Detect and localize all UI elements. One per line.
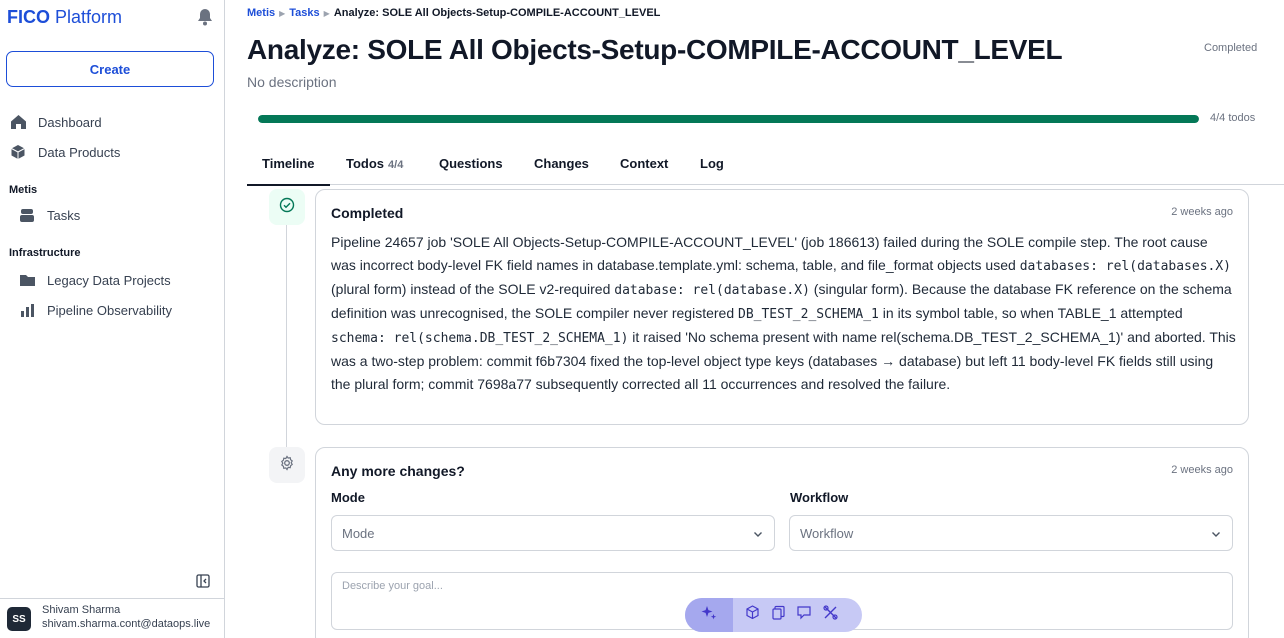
bell-icon[interactable]	[197, 8, 213, 26]
completed-summary: Pipeline 24657 job 'SOLE All Objects-Set…	[331, 231, 1236, 396]
sidebar-item-label: Legacy Data Projects	[47, 272, 171, 288]
tasks-icon	[18, 206, 36, 224]
timeline-completed-marker	[269, 189, 305, 225]
floating-toolbar	[685, 598, 862, 632]
breadcrumb-metis[interactable]: Metis	[247, 7, 275, 19]
copy-icon	[771, 605, 786, 625]
create-button[interactable]: Create	[6, 51, 214, 87]
home-icon	[9, 113, 27, 131]
user-profile[interactable]: SS Shivam Sharma shivam.sharma.cont@data…	[0, 598, 225, 638]
code-snippet: schema: rel(schema.DB_TEST_2_SCHEMA_1)	[331, 331, 629, 346]
user-name: Shivam Sharma	[42, 604, 121, 616]
breadcrumb-current: Analyze: SOLE All Objects-Setup-COMPILE-…	[333, 7, 661, 19]
sidebar-item-legacy-data-projects[interactable]: Legacy Data Projects	[18, 269, 171, 291]
mode-label: Mode	[331, 490, 365, 505]
card-timestamp: 2 weeks ago	[1171, 464, 1233, 476]
body-text: in its symbol table, so when TABLE_1 att…	[878, 305, 1183, 321]
page-description: No description	[247, 74, 337, 90]
tools-tool-button[interactable]	[817, 598, 843, 632]
collapse-sidebar-icon[interactable]	[196, 574, 210, 588]
sidebar-item-label: Tasks	[47, 207, 81, 223]
tab-questions[interactable]: Questions	[439, 156, 503, 171]
card-title: Any more changes?	[331, 463, 465, 479]
section-heading-metis: Metis	[9, 184, 38, 196]
sidebar-item-data-products[interactable]: Data Products	[9, 141, 120, 163]
breadcrumb-separator-icon: ▶	[279, 8, 286, 18]
tab-timeline[interactable]: Timeline	[247, 156, 329, 186]
mode-select[interactable]: Mode	[331, 515, 775, 551]
tab-log[interactable]: Log	[700, 156, 724, 171]
folder-icon	[18, 271, 36, 289]
cube-tool-button[interactable]	[739, 598, 765, 632]
progress-bar	[258, 115, 1199, 123]
body-text: (plural form) instead of the SOLE v2-req…	[331, 281, 615, 297]
breadcrumb: Metis ▶ Tasks ▶ Analyze: SOLE All Object…	[247, 7, 660, 19]
section-heading-infrastructure: Infrastructure	[9, 247, 81, 259]
tools-icon	[822, 605, 838, 625]
tab-bar: Timeline Todos 4/4 Questions Changes Cont…	[247, 143, 1284, 186]
gear-icon	[279, 454, 295, 476]
box-icon	[745, 605, 760, 625]
code-snippet: databases: rel(databases.X)	[1019, 259, 1232, 274]
tab-todos[interactable]: Todos 4/4	[346, 156, 403, 171]
card-timestamp: 2 weeks ago	[1171, 206, 1233, 218]
avatar: SS	[7, 607, 31, 631]
mode-select-value: Mode	[342, 525, 375, 541]
card-title: Completed	[331, 205, 404, 221]
workflow-select[interactable]: Workflow	[789, 515, 1233, 551]
breadcrumb-separator-icon: ▶	[323, 8, 330, 18]
sparkle-icon	[700, 604, 718, 627]
progress-label: 4/4 todos	[1210, 112, 1256, 124]
timeline-settings-marker	[269, 447, 305, 483]
brand-logo[interactable]: FICO Platform	[7, 7, 122, 28]
page-title: Analyze: SOLE All Objects-Setup-COMPILE-…	[247, 34, 1063, 65]
code-snippet: DB_TEST_2_SCHEMA_1	[738, 307, 879, 322]
status-badge: Completed	[1204, 42, 1258, 54]
tab-count: 4/4	[388, 159, 404, 171]
workflow-label: Workflow	[790, 490, 849, 505]
chat-icon	[796, 605, 812, 625]
sidebar: FICO Platform Create Dashboard Data Prod…	[0, 0, 225, 638]
ai-sparkle-button[interactable]	[685, 598, 733, 632]
check-circle-icon	[279, 197, 295, 218]
chevron-down-icon	[1210, 528, 1222, 540]
sidebar-item-label: Pipeline Observability	[47, 302, 173, 318]
timeline-line	[286, 222, 287, 447]
sidebar-item-dashboard[interactable]: Dashboard	[9, 111, 102, 133]
code-snippet: database: rel(database.X)	[614, 283, 810, 298]
workflow-select-value: Workflow	[800, 525, 854, 541]
copy-tool-button[interactable]	[765, 598, 791, 632]
sidebar-item-label: Data Products	[38, 144, 121, 160]
cube-icon	[9, 143, 27, 161]
sidebar-item-tasks[interactable]: Tasks	[18, 204, 80, 226]
tab-changes[interactable]: Changes	[534, 156, 589, 171]
completed-card: Completed 2 weeks ago Pipeline 24657 job…	[315, 189, 1249, 425]
chevron-down-icon	[752, 528, 764, 540]
progress-fill	[258, 115, 1199, 123]
sidebar-item-pipeline-observability[interactable]: Pipeline Observability	[18, 299, 172, 321]
chat-tool-button[interactable]	[791, 598, 817, 632]
breadcrumb-tasks[interactable]: Tasks	[289, 7, 319, 19]
tab-context[interactable]: Context	[620, 156, 668, 171]
user-email: shivam.sharma.cont@dataops.live	[42, 618, 211, 630]
bar-chart-icon	[18, 301, 36, 319]
sidebar-item-label: Dashboard	[38, 114, 102, 130]
